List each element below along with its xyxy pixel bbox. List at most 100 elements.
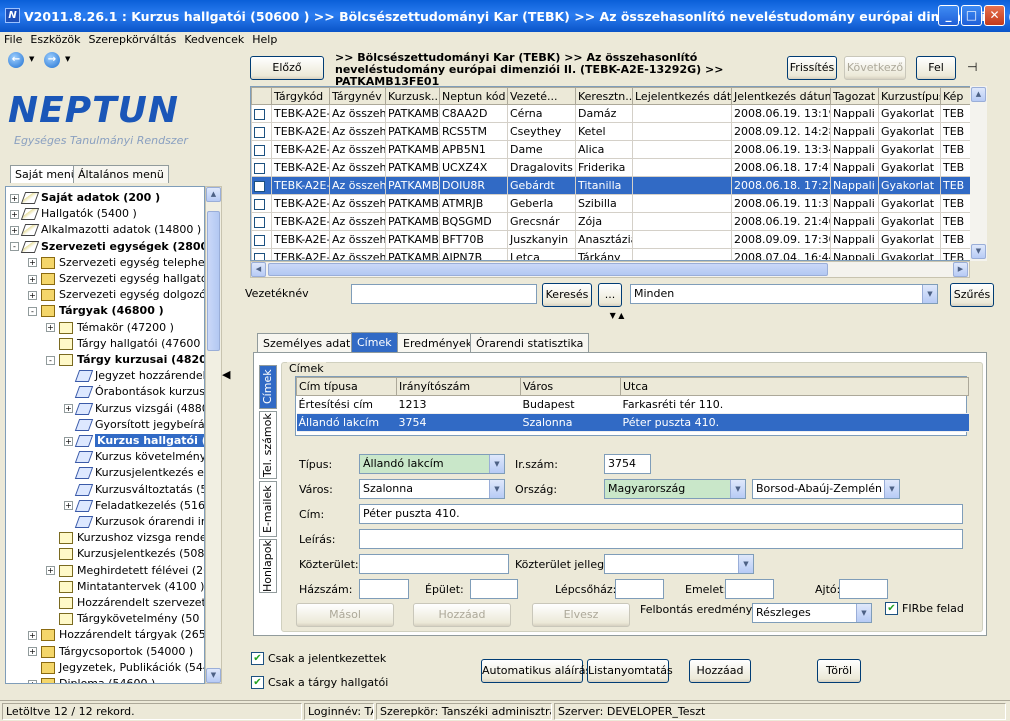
emelet-field[interactable] [725, 579, 774, 599]
row-checkbox-cell[interactable] [251, 158, 272, 177]
grid-scroll-down-icon[interactable]: ▼ [971, 244, 986, 259]
jelleg-select[interactable]: ▼ [604, 554, 754, 574]
collapse-icon[interactable]: - [46, 355, 55, 365]
grid-column-header[interactable]: Lejelentkezés dát... [632, 87, 732, 105]
address-column-header[interactable]: Irányítószám [396, 377, 521, 396]
pin-icon[interactable]: ⊣ [967, 60, 977, 74]
row-checkbox[interactable] [254, 180, 265, 192]
grid-vertical-scrollbar[interactable]: ▲ ▼ [970, 86, 987, 261]
expand-icon[interactable]: + [28, 274, 37, 284]
grid-column-header[interactable]: Tárgynév [329, 87, 386, 105]
tab-orarendi-statisztika[interactable]: Órarendi statisztika [470, 333, 590, 353]
tree-item[interactable]: Hozzárendelt szervezeti e [46, 594, 204, 611]
grid-scroll-up-icon[interactable]: ▲ [971, 87, 986, 102]
varos-select[interactable]: Szalonna ▼ [359, 479, 505, 499]
menu-eszkozok[interactable]: Eszközök [26, 32, 84, 47]
tree-item[interactable]: + Meghirdetett félévei (2684 [46, 562, 204, 579]
grid-scroll-left-icon[interactable]: ◀ [251, 262, 266, 277]
tree-item[interactable]: Tárgykövetelmény (50 [46, 610, 199, 627]
tree-item[interactable]: + Tárgycsoportok (54000 ) [28, 643, 193, 660]
close-button[interactable]: ✕ [984, 5, 1005, 26]
orszag-select[interactable]: Magyarország ▼ [604, 479, 746, 499]
expand-icon[interactable]: + [46, 566, 55, 576]
vtab-tel-szamok[interactable]: Tel. számok [259, 411, 277, 479]
grid-column-header[interactable]: Neptun kód [439, 87, 508, 105]
table-row[interactable]: TEBK-A2E-Az összehaPATKAMBATMRJBGeberlaS… [251, 194, 986, 213]
address-column-header[interactable]: Cím típusa [296, 377, 397, 396]
tree-item[interactable]: Kurzusok órarendi info [64, 513, 204, 530]
tree-item[interactable]: Kurzusjelentkezés elfo [64, 464, 204, 481]
grid-horizontal-scrollbar[interactable]: ◀ ▶ [250, 261, 970, 278]
row-checkbox[interactable] [254, 252, 265, 260]
table-row[interactable]: TEBK-A2E-Az összehaPATKAMBUCXZ4XDragalov… [251, 158, 986, 177]
address-column-header[interactable]: Utca [620, 377, 969, 396]
maximize-button[interactable]: □ [961, 5, 982, 26]
back-dropdown-icon[interactable]: ▼ [29, 55, 34, 63]
row-checkbox[interactable] [254, 126, 265, 138]
chevron-down-icon[interactable]: ▼ [738, 555, 753, 573]
hazszam-field[interactable] [359, 579, 409, 599]
row-checkbox-cell[interactable] [251, 248, 272, 260]
chevron-down-icon[interactable]: ▼ [489, 455, 504, 473]
chevron-down-icon[interactable]: ▼ [884, 480, 899, 498]
leiras-field[interactable] [359, 529, 963, 549]
tree-scrollbar[interactable]: ▲ ▼ [205, 186, 222, 684]
row-checkbox-cell[interactable] [251, 122, 272, 141]
collapse-panel-icon[interactable]: ◀ [222, 360, 232, 390]
fir-checkbox[interactable]: ✔ [885, 602, 898, 615]
row-checkbox[interactable] [254, 234, 265, 246]
tree-item[interactable]: + Kurzus vizsgái (48800 [64, 400, 204, 417]
tree-item[interactable]: Jegyzetek, Publikációk (5440 [28, 659, 204, 676]
table-row[interactable]: TEBK-A2E-Az összehaPATKAMBAIPN7BLetcaTár… [251, 248, 986, 260]
grid-column-header[interactable]: Tagozat [830, 87, 879, 105]
tree-item[interactable]: Órabontások kurzush [64, 383, 204, 400]
masol-button[interactable]: Másol [296, 603, 394, 627]
expand-icon[interactable]: + [28, 647, 37, 657]
row-checkbox[interactable] [254, 216, 265, 228]
table-row[interactable]: TEBK-A2E-Az összehaPATKAMBDOIU8RGebárdtT… [251, 176, 986, 195]
tree-item[interactable]: Mintatantervek (4100 ) [46, 578, 204, 595]
kozterulet-field[interactable] [359, 554, 509, 574]
grid-column-header[interactable]: Tárgykód [271, 87, 330, 105]
menu-szerepkorvaltas[interactable]: Szerepkörváltás [84, 32, 180, 47]
filter-button[interactable]: Szűrés [950, 283, 994, 307]
vtab-cimek[interactable]: Címek [259, 365, 277, 409]
delete-button[interactable]: Töröl [817, 659, 861, 683]
tree-item[interactable]: + Hozzárendelt tárgyak (2650 ) [28, 626, 204, 643]
filter-input[interactable] [351, 284, 537, 304]
forward-icon[interactable]: → [44, 52, 60, 68]
minimize-button[interactable]: _ [938, 5, 959, 26]
epulet-field[interactable] [470, 579, 518, 599]
scroll-thumb[interactable] [207, 211, 220, 351]
expand-icon[interactable]: + [28, 258, 37, 268]
chevron-down-icon[interactable]: ▼ [856, 604, 871, 622]
row-checkbox-cell[interactable] [251, 212, 272, 231]
chevron-down-icon[interactable]: ▼ [730, 480, 745, 498]
expand-icon[interactable]: + [64, 436, 73, 446]
grid-column-header[interactable]: Vezeté... [507, 87, 576, 105]
tree-item[interactable]: Kurzus követelmény e [64, 448, 204, 465]
tree-item[interactable]: Tárgy hallgatói (47600 ) [46, 335, 204, 352]
row-checkbox[interactable] [254, 198, 265, 210]
expand-icon[interactable]: + [46, 323, 55, 333]
ajto-field[interactable] [839, 579, 888, 599]
tab-cimek[interactable]: Címek [351, 332, 398, 353]
tree-item[interactable]: + Szervezeti egység dolgozói (2 [28, 286, 204, 303]
row-checkbox[interactable] [254, 144, 265, 156]
grid-column-header[interactable]: Jelentkezés dátuma [731, 87, 831, 105]
prev-button[interactable]: Előző [250, 56, 324, 80]
expand-icon[interactable]: + [64, 501, 73, 511]
grid-column-header[interactable]: Keresztn... [575, 87, 633, 105]
address-column-header[interactable]: Város [520, 377, 621, 396]
megye-select[interactable]: Borsod-Abaúj-Zemplén ▼ [752, 479, 900, 499]
row-checkbox-cell[interactable] [251, 176, 272, 195]
tree-item[interactable]: + Diploma (54600 ) [28, 675, 155, 683]
jelentkezettek-checkbox[interactable]: ✔ [251, 652, 264, 665]
grid-scroll-right-icon[interactable]: ▶ [953, 262, 968, 277]
expand-icon[interactable]: + [28, 679, 37, 683]
chevron-down-icon[interactable]: ▼ [489, 480, 504, 498]
tipus-select[interactable]: Állandó lakcím ▼ [359, 454, 505, 474]
refresh-button[interactable]: Frissítés [787, 56, 837, 80]
tree-item[interactable]: Jegyzet hozzárendelé [64, 367, 204, 384]
row-checkbox-cell[interactable] [251, 194, 272, 213]
